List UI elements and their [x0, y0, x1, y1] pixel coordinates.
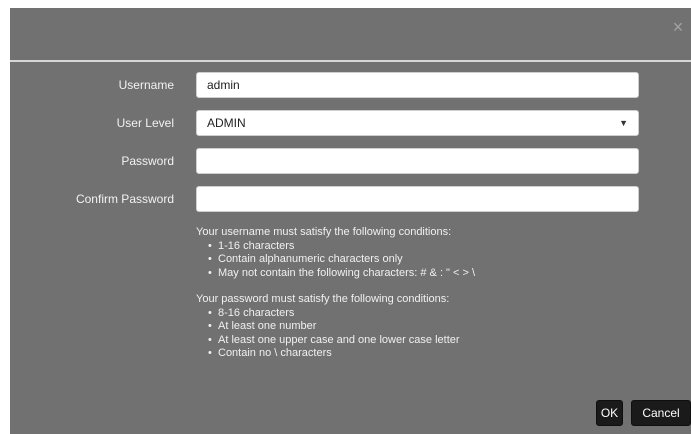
- user-level-value: ADMIN: [207, 116, 246, 130]
- password-rule-item: At least one number: [208, 320, 636, 334]
- chevron-down-icon: ▼: [619, 118, 628, 128]
- username-row: Username: [10, 72, 691, 98]
- username-label: Username: [118, 78, 174, 92]
- user-level-label: User Level: [116, 116, 174, 130]
- username-rules: Your username must satisfy the following…: [196, 226, 636, 280]
- ok-button[interactable]: OK: [596, 400, 623, 426]
- username-rule-item: Contain alphanumeric characters only: [208, 253, 636, 267]
- password-row: Password: [10, 148, 691, 174]
- close-icon[interactable]: ×: [669, 18, 687, 36]
- dialog-header: ×: [10, 8, 691, 60]
- username-rules-heading: Your username must satisfy the following…: [196, 226, 452, 238]
- confirm-password-label: Confirm Password: [75, 192, 174, 206]
- password-rule-item: At least one upper case and one lower ca…: [208, 334, 636, 348]
- user-level-select[interactable]: ADMIN ▼: [196, 110, 639, 136]
- password-rules-list: 8-16 characters At least one number At l…: [196, 307, 636, 361]
- username-rules-list: 1-16 characters Contain alphanumeric cha…: [196, 240, 636, 281]
- user-dialog: × Username User Level ADMIN ▼ Password C…: [10, 8, 691, 434]
- confirm-password-input[interactable]: [196, 186, 639, 212]
- username-input[interactable]: [196, 72, 639, 98]
- password-input[interactable]: [196, 148, 639, 174]
- password-rules: Your password must satisfy the following…: [196, 293, 636, 361]
- user-level-row: User Level ADMIN ▼: [10, 110, 691, 136]
- password-label: Password: [121, 154, 174, 168]
- password-rule-item: Contain no \ characters: [208, 347, 636, 361]
- header-divider: [10, 60, 691, 62]
- username-rule-item: 1-16 characters: [208, 240, 636, 254]
- password-rules-heading: Your password must satisfy the following…: [196, 293, 450, 305]
- confirm-password-row: Confirm Password: [10, 186, 691, 212]
- cancel-button[interactable]: Cancel: [631, 400, 691, 426]
- password-rule-item: 8-16 characters: [208, 307, 636, 321]
- username-rule-item: May not contain the following characters…: [208, 267, 636, 281]
